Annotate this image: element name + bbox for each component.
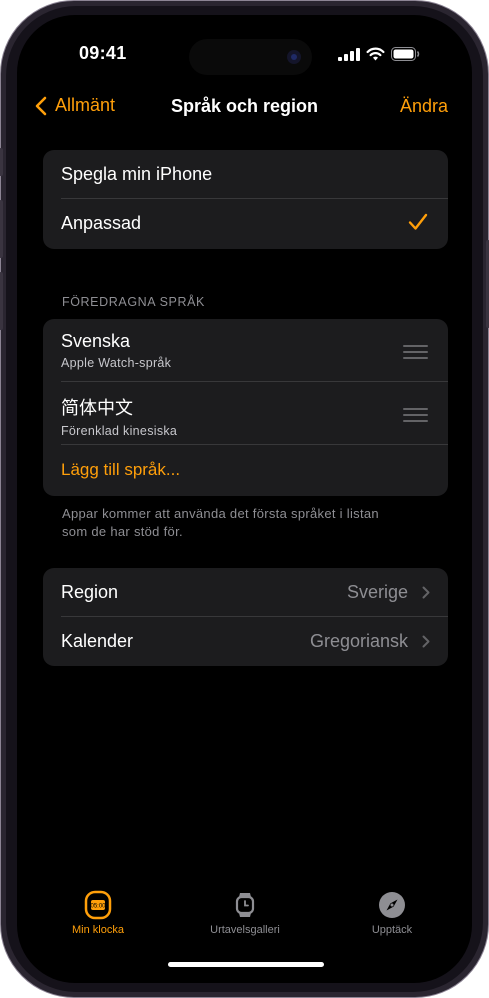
mirror-iphone-label: Spegla min iPhone	[61, 164, 213, 184]
home-indicator[interactable]	[168, 962, 324, 967]
divider	[61, 444, 448, 445]
volume-down-button	[0, 272, 3, 330]
tab-bar: 05:00 Min klocka Urtavelsgalleri Upptäck	[17, 875, 472, 955]
language-row[interactable]: 简体中文 Förenklad kinesiska	[43, 382, 448, 445]
calendar-value: Gregoriansk	[309, 631, 408, 651]
mirror-settings-group: Spegla min iPhone Anpassad	[43, 150, 448, 249]
region-label: Region	[61, 582, 119, 602]
screen: 09:41 Allmänt Språk och region Ändra Spe…	[17, 15, 472, 983]
calendar-row[interactable]: Kalender Gregoriansk	[43, 617, 448, 666]
chevron-right-icon	[422, 635, 430, 648]
mirror-iphone-row[interactable]: Spegla min iPhone	[43, 150, 448, 199]
edit-button[interactable]: Ändra	[400, 96, 448, 117]
tab-my-watch-label: Min klocka	[72, 924, 124, 936]
status-time: 09:41	[79, 43, 127, 63]
volume-up-button	[0, 200, 3, 258]
region-row[interactable]: Region Sverige	[43, 568, 448, 617]
region-value: Sverige	[346, 582, 408, 602]
section-title-languages: FÖREDRAGNA SPRÅK	[62, 295, 205, 309]
compass-icon	[379, 892, 405, 918]
watch-face-icon: 05:00	[84, 890, 112, 920]
languages-footnote: Appar kommer att använda det första språ…	[62, 506, 379, 539]
add-language-button[interactable]: Lägg till språk...	[43, 445, 448, 495]
language-name: 简体中文	[61, 398, 133, 418]
custom-label: Anpassad	[61, 213, 142, 233]
tab-face-gallery[interactable]: Urtavelsgalleri	[185, 890, 305, 936]
custom-row[interactable]: Anpassad	[43, 199, 448, 248]
tab-my-watch[interactable]: 05:00 Min klocka	[38, 890, 158, 936]
status-icons	[338, 46, 420, 62]
language-subtitle: Förenklad kinesiska	[61, 424, 178, 438]
calendar-label: Kalender	[61, 631, 134, 651]
tab-face-gallery-label: Urtavelsgalleri	[210, 924, 280, 936]
chevron-right-icon	[422, 586, 430, 599]
tab-discover-label: Upptäck	[371, 924, 413, 936]
reorder-handle-icon[interactable]	[403, 345, 428, 363]
language-row[interactable]: Svenska Apple Watch-språk	[43, 319, 448, 382]
tab-discover[interactable]: Upptäck	[332, 890, 452, 936]
action-button	[0, 148, 3, 176]
front-camera	[287, 50, 301, 64]
language-subtitle: Apple Watch-språk	[61, 356, 172, 370]
languages-group: Svenska Apple Watch-språk 简体中文 Förenklad…	[43, 319, 448, 496]
battery-icon	[391, 47, 420, 61]
region-group: Region Sverige Kalender Gregoriansk	[43, 568, 448, 666]
watch-icon	[235, 893, 255, 917]
reorder-handle-icon[interactable]	[403, 408, 428, 426]
wifi-icon	[366, 47, 385, 61]
checkmark-icon	[408, 213, 428, 230]
watch-badge-text: 05:00	[90, 904, 106, 910]
navigation-bar: Allmänt Språk och region Ändra	[17, 91, 472, 121]
cellular-signal-icon	[338, 47, 360, 61]
language-name: Svenska	[61, 331, 131, 351]
